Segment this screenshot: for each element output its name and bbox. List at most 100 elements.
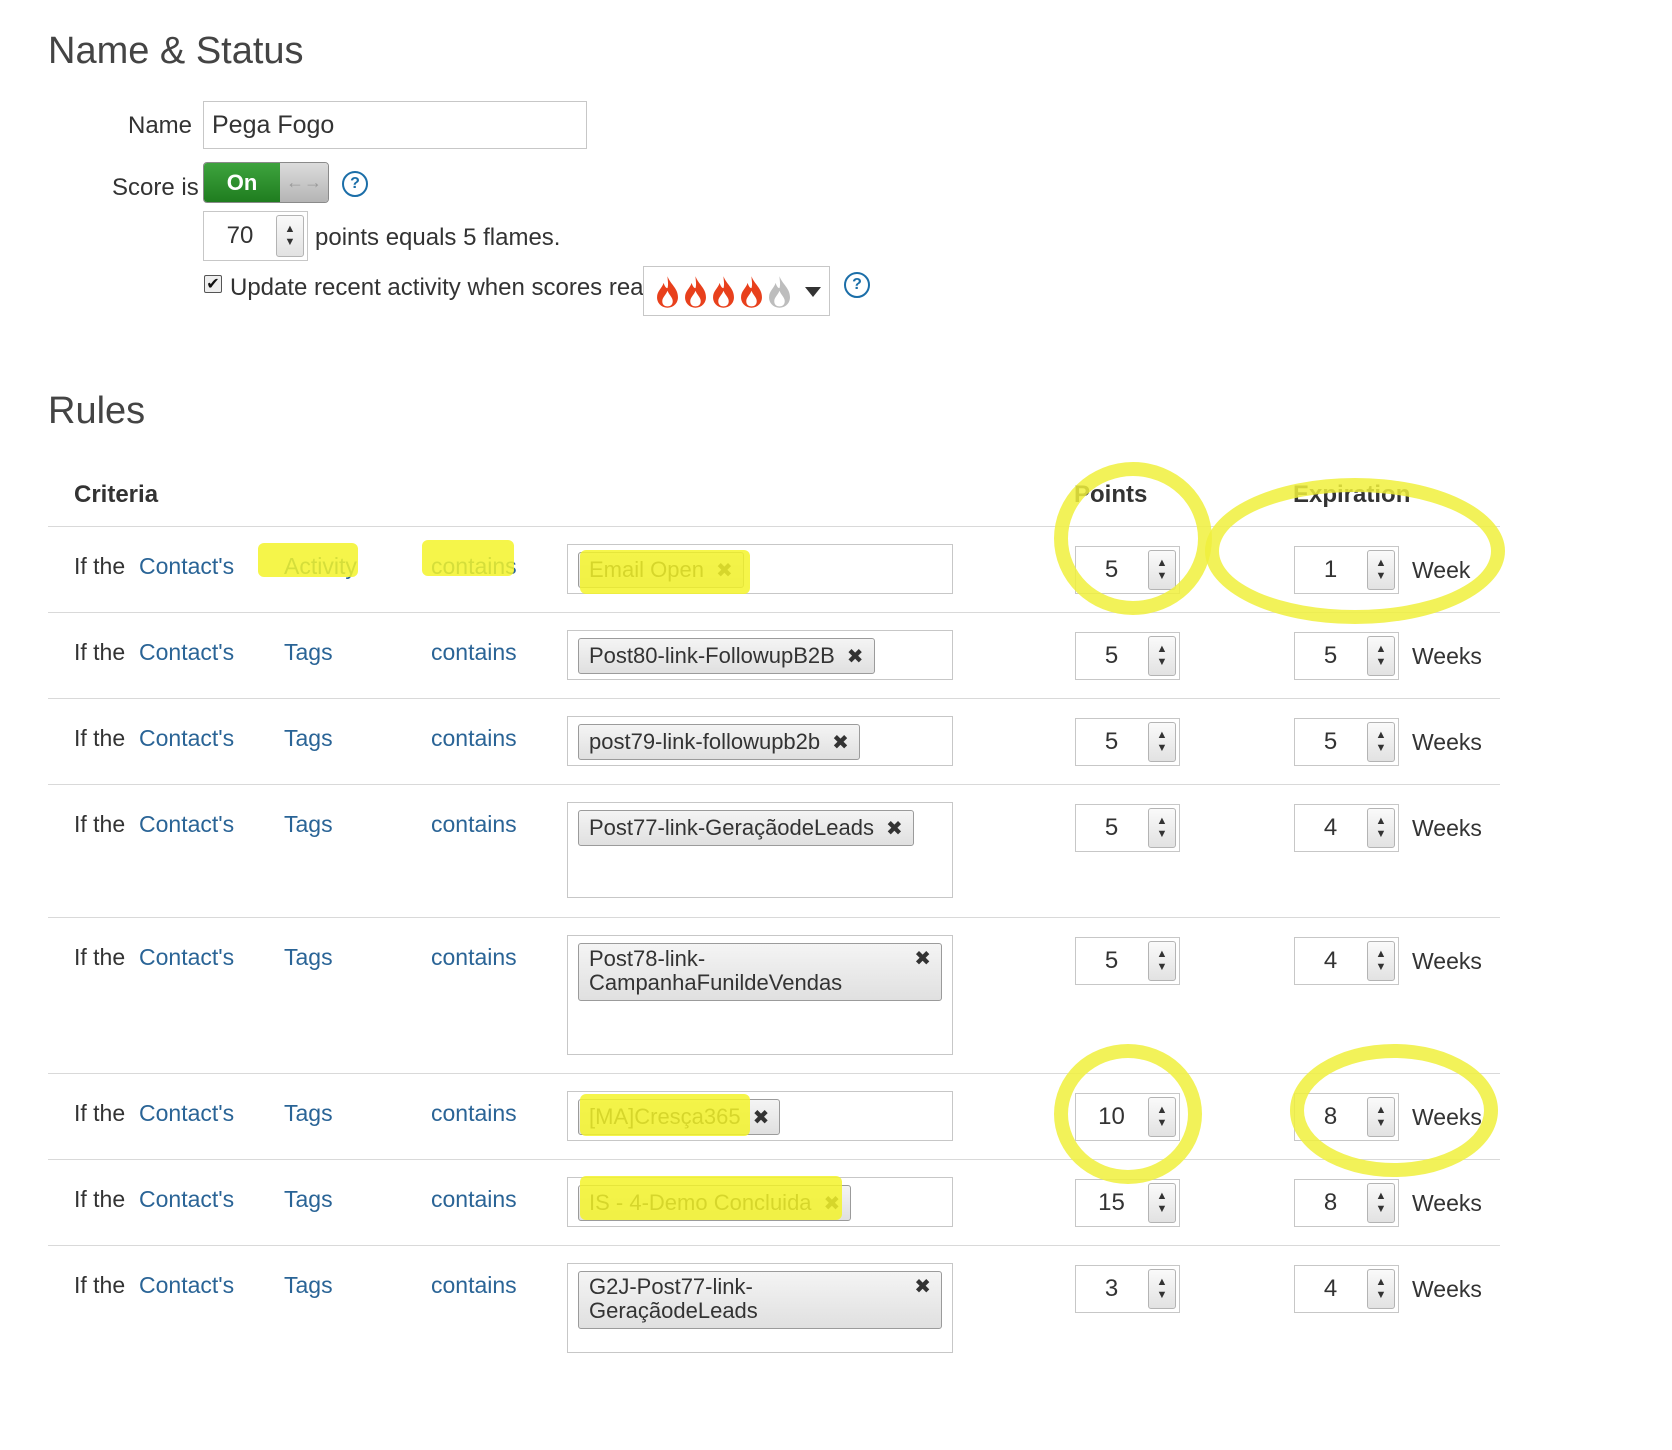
rule-row-divider <box>48 917 1500 918</box>
name-input[interactable] <box>203 101 587 149</box>
spinner-arrows-icon[interactable]: ▲ ▼ <box>1367 1183 1395 1223</box>
rule-operator-link[interactable]: contains <box>431 944 517 971</box>
rule-operator-link[interactable]: contains <box>431 1272 517 1299</box>
remove-tag-icon[interactable]: ✖ <box>847 644 864 669</box>
help-icon-flames[interactable]: ? <box>844 272 870 298</box>
rule-field-link[interactable]: Tags <box>284 1272 333 1299</box>
spinner-arrows-icon[interactable]: ▲ ▼ <box>1367 1269 1395 1309</box>
score-toggle[interactable]: On ←→ <box>203 162 329 203</box>
points-stepper-value: 5 <box>1104 642 1119 669</box>
rule-subject-link[interactable]: Contact's <box>139 1186 234 1213</box>
rule-subject-link[interactable]: Contact's <box>139 553 234 580</box>
points-stepper[interactable]: 5 ▲ ▼ <box>1075 632 1180 680</box>
remove-tag-icon[interactable]: ✖ <box>914 947 931 971</box>
spinner-arrows-icon[interactable]: ▲ ▼ <box>1367 722 1395 762</box>
tag-chip-label: Post78-link- CampanhaFunildeVendas <box>589 946 843 995</box>
points-stepper-value: 15 <box>1098 1189 1125 1216</box>
flames-dropdown[interactable] <box>643 266 830 316</box>
spinner-arrows-icon[interactable]: ▲ ▼ <box>1148 808 1176 848</box>
spinner-arrows-icon[interactable]: ▲ ▼ <box>1148 636 1176 676</box>
remove-tag-icon[interactable]: ✖ <box>886 816 903 841</box>
rule-value-box[interactable]: G2J-Post77-link- GeraçãodeLeads ✖ <box>567 1263 953 1353</box>
tag-chip-label: Post77-link-GeraçãodeLeads <box>589 815 874 840</box>
rule-operator-link[interactable]: contains <box>431 1100 517 1127</box>
points-stepper[interactable]: 5 ▲ ▼ <box>1075 937 1180 985</box>
rule-field-link[interactable]: Tags <box>284 1186 333 1213</box>
rule-prefix: If the <box>74 553 126 579</box>
points-stepper[interactable]: 3 ▲ ▼ <box>1075 1265 1180 1313</box>
spinner-arrows-icon[interactable]: ▲ ▼ <box>1148 941 1176 981</box>
expiration-stepper[interactable]: 4 ▲ ▼ <box>1294 937 1399 985</box>
spinner-arrows-icon[interactable]: ▲ ▼ <box>1148 1269 1176 1309</box>
rule-subject-link[interactable]: Contact's <box>139 944 234 971</box>
flames-rating <box>654 275 793 309</box>
expiration-stepper[interactable]: 5 ▲ ▼ <box>1294 632 1399 680</box>
expiration-stepper-value: 8 <box>1323 1189 1338 1216</box>
rule-value-box[interactable]: Post78-link- CampanhaFunildeVendas ✖ <box>567 935 953 1055</box>
tag-chip: G2J-Post77-link- GeraçãodeLeads ✖ <box>578 1271 942 1329</box>
rule-field-link[interactable]: Tags <box>284 811 333 838</box>
spinner-arrows-icon[interactable]: ▲ ▼ <box>276 215 304 257</box>
points-stepper-value: 3 <box>1104 1275 1119 1302</box>
rule-prefix: If the <box>74 944 126 970</box>
tag-chip: post79-link-followupb2b ✖ <box>578 724 860 760</box>
expiration-unit: Weeks <box>1412 643 1482 669</box>
expiration-stepper[interactable]: 4 ▲ ▼ <box>1294 804 1399 852</box>
rule-value-box[interactable]: Post80-link-FollowupB2B ✖ <box>567 630 953 680</box>
expiration-stepper[interactable]: 4 ▲ ▼ <box>1294 1265 1399 1313</box>
rule-field-link[interactable]: Tags <box>284 1100 333 1127</box>
help-icon[interactable]: ? <box>342 171 368 197</box>
rule-subject-link[interactable]: Contact's <box>139 1272 234 1299</box>
rule-operator-link[interactable]: contains <box>431 811 517 838</box>
rule-subject-link[interactable]: Contact's <box>139 1100 234 1127</box>
rule-prefix: If the <box>74 1100 126 1126</box>
rule-subject-link[interactable]: Contact's <box>139 811 234 838</box>
highlight-mark <box>580 550 750 594</box>
spinner-arrows-icon[interactable]: ▲ ▼ <box>1148 1183 1176 1223</box>
tag-chip-label: post79-link-followupb2b <box>589 729 821 754</box>
expiration-unit: Weeks <box>1412 1276 1482 1302</box>
rule-field-link[interactable]: Tags <box>284 944 333 971</box>
tag-chip-label: Post80-link-FollowupB2B <box>589 643 835 668</box>
remove-tag-icon[interactable]: ✖ <box>832 730 849 755</box>
name-status-title: Name & Status <box>48 30 304 72</box>
expiration-unit: Weeks <box>1412 815 1482 841</box>
highlight-circle <box>1054 1044 1202 1184</box>
points-threshold-stepper[interactable]: 70 ▲ ▼ <box>203 211 308 261</box>
spinner-arrows-icon[interactable]: ▲ ▼ <box>1367 808 1395 848</box>
points-stepper[interactable]: 15 ▲ ▼ <box>1075 1179 1180 1227</box>
rule-operator-link[interactable]: contains <box>431 1186 517 1213</box>
tag-chip: Post80-link-FollowupB2B ✖ <box>578 638 875 674</box>
rule-operator-link[interactable]: contains <box>431 639 517 666</box>
rule-field-link[interactable]: Tags <box>284 725 333 752</box>
points-stepper[interactable]: 5 ▲ ▼ <box>1075 804 1180 852</box>
remove-tag-icon[interactable]: ✖ <box>753 1105 770 1130</box>
remove-tag-icon[interactable]: ✖ <box>914 1275 931 1299</box>
rule-field-link[interactable]: Tags <box>284 639 333 666</box>
expiration-stepper-value: 4 <box>1323 814 1338 841</box>
points-threshold-value: 70 <box>226 222 254 249</box>
name-label: Name <box>128 112 193 139</box>
update-activity-checkbox[interactable]: ✔ <box>204 275 222 293</box>
flame-icon-active <box>741 276 762 308</box>
spinner-arrows-icon[interactable]: ▲ ▼ <box>1148 722 1176 762</box>
points-equals-text: points equals 5 flames. <box>315 224 561 251</box>
expiration-stepper-value: 5 <box>1323 642 1338 669</box>
points-stepper[interactable]: 5 ▲ ▼ <box>1075 718 1180 766</box>
tag-chip-label: G2J-Post77-link- GeraçãodeLeads <box>589 1274 758 1323</box>
highlight-mark <box>422 540 514 576</box>
expiration-stepper[interactable]: 8 ▲ ▼ <box>1294 1179 1399 1227</box>
spinner-arrows-icon[interactable]: ▲ ▼ <box>1367 636 1395 676</box>
rule-operator-link[interactable]: contains <box>431 725 517 752</box>
rule-prefix: If the <box>74 811 126 837</box>
expiration-unit: Weeks <box>1412 1190 1482 1216</box>
flame-icon-active <box>685 276 706 308</box>
expiration-stepper[interactable]: 5 ▲ ▼ <box>1294 718 1399 766</box>
expiration-unit: Weeks <box>1412 948 1482 974</box>
rule-subject-link[interactable]: Contact's <box>139 639 234 666</box>
spinner-arrows-icon[interactable]: ▲ ▼ <box>1367 941 1395 981</box>
rule-value-box[interactable]: Post77-link-GeraçãodeLeads ✖ <box>567 802 953 898</box>
rule-value-box[interactable]: post79-link-followupb2b ✖ <box>567 716 953 766</box>
rule-subject-link[interactable]: Contact's <box>139 725 234 752</box>
points-stepper-value: 5 <box>1104 814 1119 841</box>
